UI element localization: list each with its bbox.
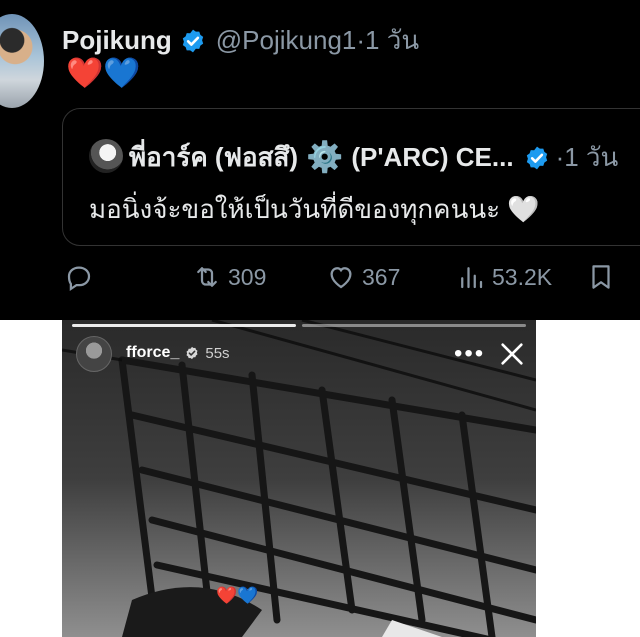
tweet-card: Pojikung @Pojikung1 · 1 วัน ❤️💙 พี่อาร์ค… [0, 0, 640, 320]
quoted-tweet-time: 1 วัน [564, 142, 619, 172]
story-header: fforce_ 55s [126, 344, 230, 362]
more-options-icon[interactable]: ••• [454, 340, 485, 368]
story-sticker-hearts: ❤️💙 [216, 586, 259, 605]
heart-icon [330, 267, 352, 289]
tweet-time[interactable]: 1 วัน [365, 20, 419, 61]
bookmark-button[interactable] [586, 262, 622, 292]
gear-icon: ⚙️ [306, 141, 344, 174]
quoted-tweet[interactable]: พี่อาร์ค (ฟอสสึ) ⚙️ (P'ARC) CE... · 1 วั… [62, 108, 640, 246]
story-username[interactable]: fforce_ [126, 344, 179, 362]
verified-badge-icon [182, 29, 203, 52]
tweet-body: ❤️💙 [66, 57, 141, 90]
story-progress-bar [72, 324, 526, 327]
quoted-tweet-text: มอนิ่งจ้ะขอให้เป็นวันที่ดีของทุกคนนะ 🤍 [89, 194, 540, 224]
verified-badge-icon [186, 346, 198, 360]
story-progress-segment [72, 324, 296, 327]
bookmark-icon [592, 265, 610, 289]
author-handle[interactable]: @Pojikung1 [216, 25, 357, 56]
views-icon [461, 267, 483, 289]
story-progress-segment [302, 324, 526, 327]
like-button[interactable]: 367 [326, 262, 400, 292]
time-separator: · [356, 25, 366, 55]
author-name[interactable]: Pojikung [62, 25, 172, 56]
retweet-count: 309 [228, 263, 267, 290]
tweet-actions: 309 367 53.2K [64, 262, 640, 298]
verified-badge-icon [526, 146, 547, 169]
retweet-button[interactable]: 309 [192, 262, 266, 292]
quoted-time-separator: · [555, 142, 565, 172]
quoted-author-name-suffix: (P'ARC) CE... [351, 142, 514, 172]
retweet-icon [197, 267, 217, 287]
reply-icon [67, 266, 91, 291]
quoted-tweet-header: พี่อาร์ค (ฟอสสึ) ⚙️ (P'ARC) CE... · 1 วั… [129, 137, 618, 178]
like-count: 367 [362, 263, 401, 290]
views-count: 53.2K [492, 263, 553, 290]
tweet-header: Pojikung @Pojikung1 · 1 วัน [62, 20, 419, 61]
story-user-avatar[interactable] [76, 336, 112, 372]
quoted-author-name: พี่อาร์ค (ฟอสสึ) [129, 142, 299, 172]
reply-button[interactable] [64, 262, 100, 292]
quoted-author-avatar [89, 139, 123, 173]
views-button[interactable]: 53.2K [456, 262, 552, 292]
story-time: 55s [205, 344, 230, 362]
story-screenshot: fforce_ 55s ••• ❤️💙 [62, 320, 536, 637]
author-avatar[interactable] [0, 14, 44, 108]
close-icon[interactable] [498, 340, 526, 368]
